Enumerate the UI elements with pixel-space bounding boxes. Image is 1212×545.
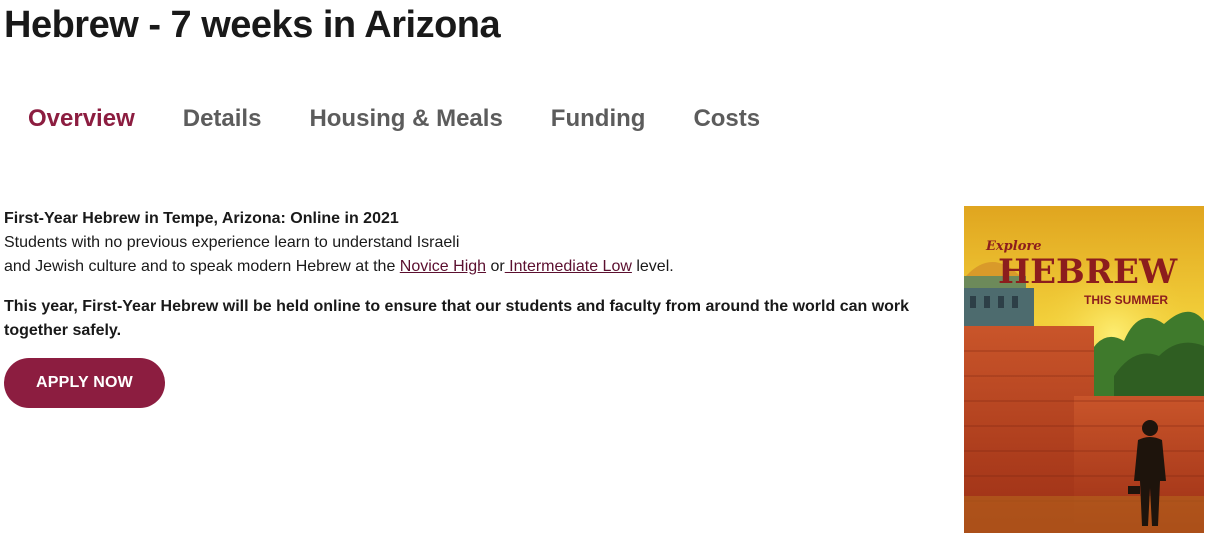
poster-hebrew-text: HEBREW xyxy=(998,252,1178,292)
overview-line-2: and Jewish culture and to speak modern H… xyxy=(4,255,924,279)
tab-funding[interactable]: Funding xyxy=(551,103,646,135)
line-2-prefix: and Jewish culture and to speak modern H… xyxy=(4,258,400,275)
explore-hebrew-poster: Explore HEBREW THIS SUMMER xyxy=(964,206,1204,533)
novice-high-link[interactable]: Novice High xyxy=(400,258,486,275)
overview-content: First-Year Hebrew in Tempe, Arizona: Onl… xyxy=(4,207,924,343)
overview-line-1: Students with no previous experience lea… xyxy=(4,234,460,251)
online-notice: This year, First-Year Hebrew will be hel… xyxy=(4,298,910,339)
overview-heading: First-Year Hebrew in Tempe, Arizona: Onl… xyxy=(4,210,399,227)
tab-details[interactable]: Details xyxy=(183,103,262,135)
apply-now-button[interactable]: APPLY NOW xyxy=(4,358,165,408)
line-2-suffix: level. xyxy=(631,258,674,275)
tab-bar: Overview Details Housing & Meals Funding… xyxy=(28,103,760,135)
tab-housing-meals[interactable]: Housing & Meals xyxy=(309,103,502,135)
tab-overview[interactable]: Overview xyxy=(28,103,135,135)
intermediate-low-link[interactable]: Intermediate Low xyxy=(505,258,632,275)
page-title: Hebrew - 7 weeks in Arizona xyxy=(4,4,501,46)
poster-artwork: Explore HEBREW THIS SUMMER xyxy=(964,206,1204,533)
poster-summer-text: THIS SUMMER xyxy=(1084,293,1168,307)
tab-costs[interactable]: Costs xyxy=(693,103,760,135)
line-2-connector: or xyxy=(486,258,505,275)
